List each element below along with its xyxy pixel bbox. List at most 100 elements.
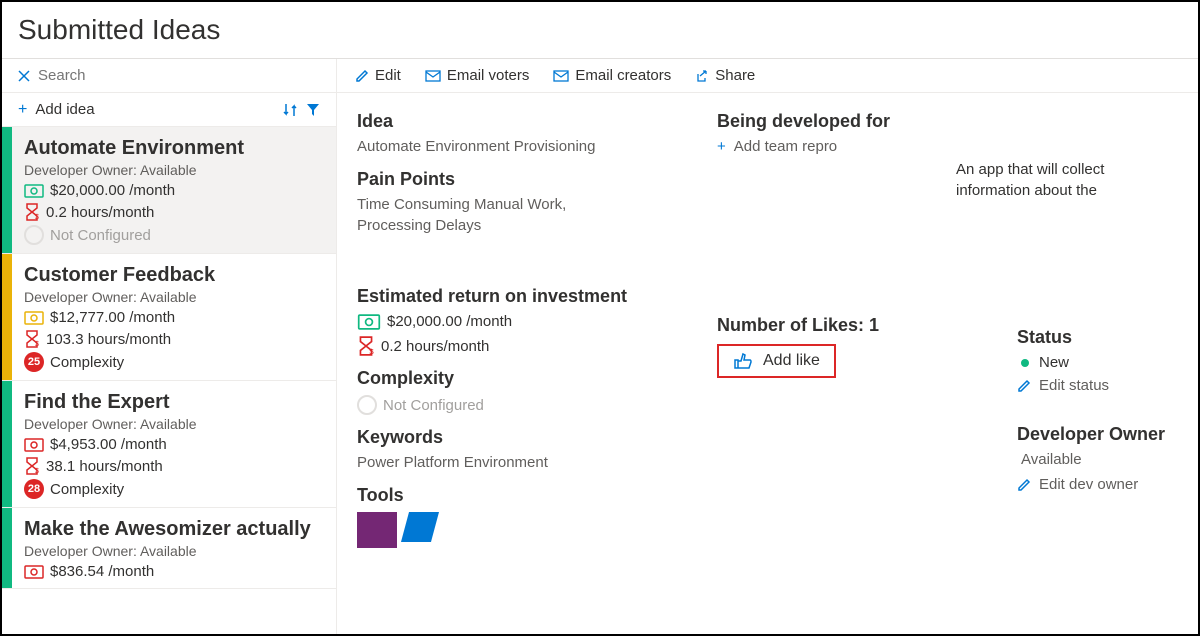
list-item-complexity: Not Configured (50, 227, 151, 244)
roi-cost: $20,000.00 /month (387, 313, 512, 330)
list-item[interactable]: Customer Feedback Developer Owner: Avail… (2, 254, 336, 381)
filter-icon[interactable] (306, 103, 320, 117)
list-item[interactable]: Make the Awesomizer actually Developer O… (2, 508, 336, 589)
dev-owner-value: Available (1017, 449, 1178, 470)
page-title: Submitted Ideas (18, 14, 1182, 46)
svg-text:$: $ (369, 347, 374, 356)
roi-label: Estimated return on investment (357, 286, 677, 307)
keywords-label: Keywords (357, 427, 677, 448)
status-value: New (1039, 354, 1069, 371)
edit-dev-owner-button[interactable]: Edit dev owner (1017, 476, 1178, 493)
list-item-cost: $20,000.00 /month (50, 182, 175, 199)
complexity-value: Not Configured (383, 397, 484, 414)
email-voters-button[interactable]: Email voters (425, 67, 530, 84)
money-icon (24, 438, 44, 452)
status-bar (2, 254, 12, 380)
complexity-badge: 25 (24, 352, 44, 372)
thumb-up-icon (733, 352, 753, 370)
svg-text:$: $ (35, 468, 39, 475)
tools-icons (357, 512, 677, 548)
detail-panel: An app that will collect information abo… (337, 93, 1198, 634)
mail-icon (425, 70, 441, 82)
share-label: Share (715, 67, 755, 84)
sort-icon[interactable] (282, 102, 298, 118)
search-row[interactable] (2, 59, 336, 93)
complexity-badge: 28 (24, 479, 44, 499)
svg-text:$: $ (35, 214, 39, 221)
edit-status-label: Edit status (1039, 377, 1109, 394)
add-team-button[interactable]: + Add team repro (717, 138, 977, 155)
hourglass-icon: $ (24, 330, 40, 348)
tools-label: Tools (357, 485, 677, 506)
status-bar (2, 381, 12, 507)
edit-status-button[interactable]: Edit status (1017, 377, 1178, 394)
list-item-cost: $836.54 /month (50, 563, 154, 580)
list-item-cost: $4,953.00 /month (50, 436, 167, 453)
idea-label: Idea (357, 111, 677, 132)
money-icon (24, 565, 44, 579)
edit-icon (1017, 478, 1031, 492)
money-icon (357, 314, 381, 330)
add-like-label: Add like (763, 352, 820, 370)
list-item-complexity: Complexity (50, 354, 124, 371)
pain-value: Time Consuming Manual Work, Processing D… (357, 194, 607, 236)
edit-label: Edit (375, 67, 401, 84)
roi-hours: 0.2 hours/month (381, 338, 489, 355)
list-item-owner: Developer Owner: Available (24, 416, 324, 432)
complexity-label: Complexity (357, 368, 677, 389)
add-team-label: Add team repro (734, 138, 837, 155)
pain-label: Pain Points (357, 169, 677, 190)
list-item[interactable]: Automate Environment Developer Owner: Av… (2, 127, 336, 254)
list-item-owner: Developer Owner: Available (24, 162, 324, 178)
edit-dev-owner-label: Edit dev owner (1039, 476, 1138, 493)
developed-label: Being developed for (717, 111, 977, 132)
clear-search-icon[interactable] (18, 70, 30, 82)
dev-owner-label: Developer Owner (1017, 424, 1178, 445)
money-icon (24, 184, 44, 198)
edit-icon (355, 69, 369, 83)
money-icon (24, 311, 44, 325)
list-item[interactable]: Find the Expert Developer Owner: Availab… (2, 381, 336, 508)
list-item-title: Find the Expert (24, 389, 324, 415)
likes-label: Number of Likes: 1 (717, 315, 977, 336)
tool-icon-purple (357, 512, 397, 548)
idea-list: Automate Environment Developer Owner: Av… (2, 127, 336, 634)
list-item-hours: 38.1 hours/month (46, 458, 163, 475)
share-icon (695, 69, 709, 83)
edit-button[interactable]: Edit (355, 67, 401, 84)
list-item-hours: 103.3 hours/month (46, 331, 171, 348)
hourglass-icon: $ (24, 203, 40, 221)
edit-icon (1017, 379, 1031, 393)
list-item-title: Automate Environment (24, 135, 324, 161)
list-item-cost: $12,777.00 /month (50, 309, 175, 326)
email-creators-button[interactable]: Email creators (553, 67, 671, 84)
add-idea-row: + Add idea (2, 93, 336, 127)
complexity-badge (24, 225, 44, 245)
status-bar (2, 127, 12, 253)
toolbar: Edit Email voters Email creators Share (337, 59, 1198, 93)
search-input[interactable] (38, 67, 320, 84)
keywords-value: Power Platform Environment (357, 452, 677, 473)
list-item-owner: Developer Owner: Available (24, 543, 324, 559)
share-button[interactable]: Share (695, 67, 755, 84)
list-item-owner: Developer Owner: Available (24, 289, 324, 305)
sidebar: + Add idea Automate Environment Develope… (2, 59, 337, 634)
hourglass-icon: $ (357, 336, 375, 356)
add-idea-label[interactable]: Add idea (35, 101, 94, 118)
plus-icon[interactable]: + (18, 101, 27, 119)
status-bar (2, 508, 12, 588)
idea-description: An app that will collect information abo… (956, 159, 1176, 201)
email-voters-label: Email voters (447, 67, 530, 84)
page-header: Submitted Ideas (2, 2, 1198, 59)
email-creators-label: Email creators (575, 67, 671, 84)
svg-text:$: $ (35, 341, 39, 348)
complexity-badge (357, 395, 377, 415)
idea-value: Automate Environment Provisioning (357, 136, 677, 157)
mail-icon (553, 70, 569, 82)
status-label: Status (1017, 327, 1178, 348)
add-like-button[interactable]: Add like (717, 344, 836, 378)
hourglass-icon: $ (24, 457, 40, 475)
status-dot-icon (1021, 359, 1029, 367)
plus-icon: + (717, 138, 726, 155)
list-item-title: Make the Awesomizer actually (24, 516, 324, 542)
